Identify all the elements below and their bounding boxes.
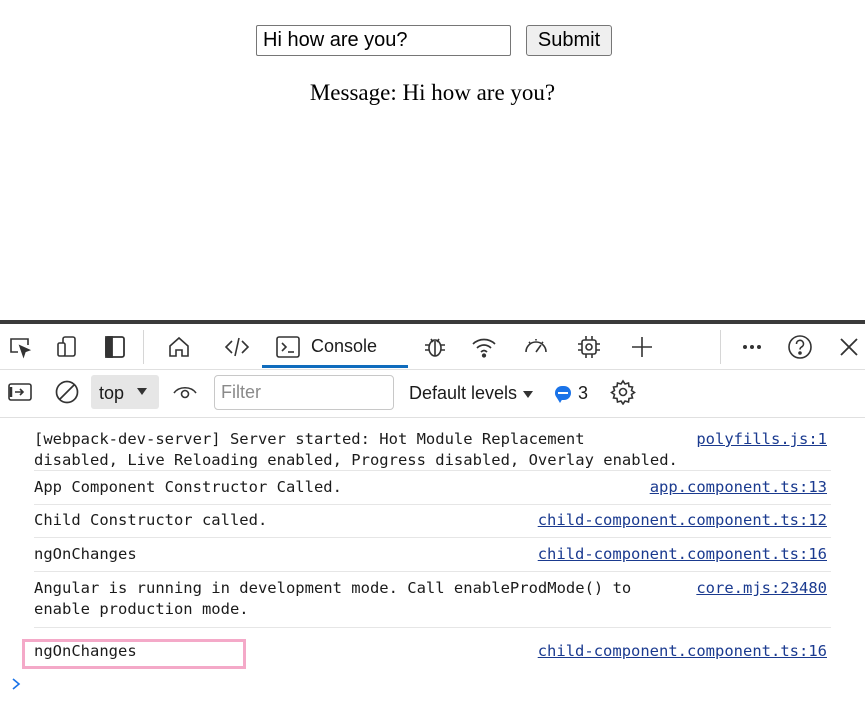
- submit-button[interactable]: Submit: [526, 25, 612, 56]
- console-prompt-chevron-icon[interactable]: [9, 674, 23, 694]
- more-options-icon[interactable]: [737, 332, 767, 362]
- source-link[interactable]: child-component.component.ts:16: [538, 544, 827, 565]
- tab-console-label: Console: [311, 336, 378, 356]
- highlight-box: [22, 639, 246, 669]
- source-link[interactable]: child-component.component.ts:12: [538, 510, 827, 531]
- dock-side-icon[interactable]: [100, 332, 130, 362]
- issues-counter[interactable]: 3: [555, 381, 588, 405]
- device-emulation-icon[interactable]: [52, 332, 82, 362]
- tab-separator: [720, 330, 721, 364]
- console-toolbar: top Default levels 3: [0, 370, 865, 418]
- more-tools-plus-icon[interactable]: [627, 332, 657, 362]
- clear-console-icon[interactable]: [52, 377, 82, 407]
- close-devtools-icon[interactable]: [834, 332, 864, 362]
- console-icon: [276, 336, 300, 358]
- message-text: [webpack-dev-server] Server started: Hot…: [34, 430, 678, 469]
- message-bubble-icon: [555, 386, 571, 403]
- devtools-tabbar: Console: [0, 324, 865, 370]
- source-link[interactable]: app.component.ts:13: [650, 477, 827, 498]
- message-text: Angular is running in development mode. …: [34, 579, 632, 618]
- message-input[interactable]: [256, 25, 511, 56]
- console-message: App Component Constructor Called. app.co…: [34, 471, 831, 505]
- issues-count: 3: [578, 382, 589, 403]
- context-select[interactable]: top: [91, 375, 159, 409]
- context-value: top: [99, 383, 125, 403]
- live-expression-eye-icon[interactable]: [170, 377, 200, 407]
- console-message: Angular is running in development mode. …: [34, 572, 831, 628]
- sources-bug-icon[interactable]: [420, 332, 450, 362]
- active-tab-indicator: [262, 365, 408, 368]
- message-text: ngOnChanges: [34, 545, 137, 563]
- chevron-down-icon: [137, 388, 147, 395]
- tab-console[interactable]: Console: [262, 324, 408, 368]
- log-levels-label: Default levels: [409, 383, 518, 403]
- console-message: ngOnChanges child-component.component.ts…: [34, 538, 831, 572]
- help-icon[interactable]: [785, 332, 815, 362]
- chevron-down-icon: [523, 390, 534, 398]
- message-output: Message: Hi how are you?: [309, 80, 556, 105]
- source-link[interactable]: core.mjs:23480: [696, 578, 827, 599]
- console-message: Child Constructor called. child-componen…: [34, 505, 831, 538]
- elements-tab-icon[interactable]: [222, 332, 252, 362]
- app-page: Submit Message: Hi how are you?: [0, 0, 865, 320]
- console-settings-gear-icon[interactable]: [608, 377, 638, 407]
- filter-input[interactable]: [214, 375, 394, 410]
- source-link[interactable]: polyfills.js:1: [696, 429, 827, 450]
- memory-chip-icon[interactable]: [574, 332, 604, 362]
- performance-gauge-icon[interactable]: [521, 332, 551, 362]
- source-link[interactable]: child-component.component.ts:16: [538, 641, 827, 662]
- message-text: App Component Constructor Called.: [34, 478, 342, 496]
- network-wifi-icon[interactable]: [469, 332, 499, 362]
- console-messages: [webpack-dev-server] Server started: Hot…: [0, 418, 865, 728]
- message-text: Child Constructor called.: [34, 511, 268, 529]
- log-levels-dropdown[interactable]: Default levels: [409, 383, 534, 404]
- console-message: [webpack-dev-server] Server started: Hot…: [34, 429, 831, 471]
- welcome-home-icon[interactable]: [164, 332, 194, 362]
- tab-separator: [143, 330, 144, 364]
- devtools-panel: Console top Filter Default levels 3 [web…: [0, 320, 865, 728]
- show-sidebar-icon[interactable]: [5, 377, 35, 407]
- inspect-element-icon[interactable]: [5, 332, 35, 362]
